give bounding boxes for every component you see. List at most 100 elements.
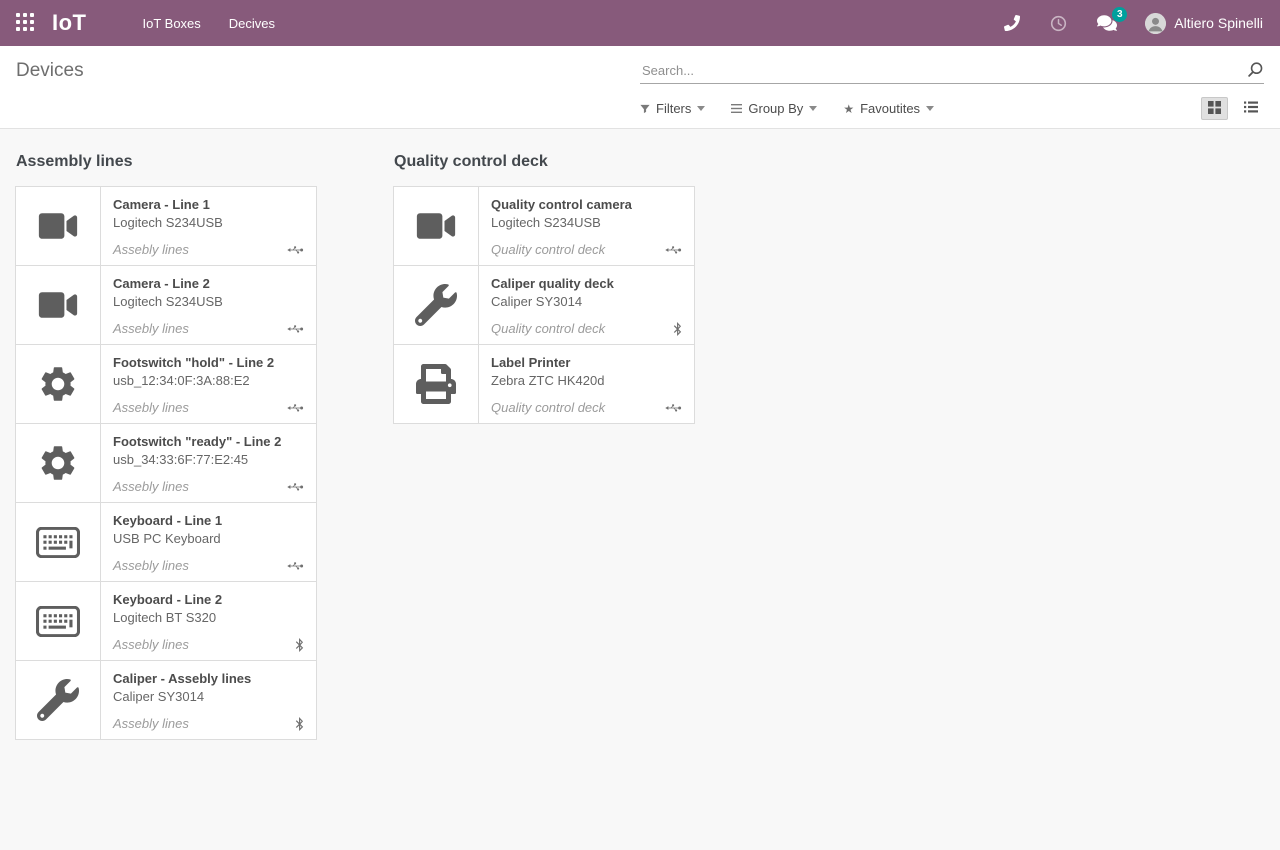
chevron-down-icon bbox=[926, 106, 934, 111]
device-identifier: USB PC Keyboard bbox=[113, 531, 304, 546]
kanban-groups: Assembly lines Camera - Line 1 Logitech … bbox=[0, 129, 1280, 740]
device-identifier: Logitech BT S320 bbox=[113, 610, 304, 625]
device-card[interactable]: Keyboard - Line 2 Logitech BT S320 Asseb… bbox=[15, 581, 317, 661]
search-submit-button[interactable] bbox=[1247, 61, 1264, 81]
device-group-label: Quality control deck bbox=[491, 400, 605, 415]
usb-icon bbox=[287, 561, 304, 571]
usb-icon bbox=[287, 324, 304, 334]
device-card[interactable]: Footswitch "ready" - Line 2 usb_34:33:6F… bbox=[15, 423, 317, 503]
list-view-icon bbox=[1244, 101, 1258, 116]
device-group-label: Assebly lines bbox=[113, 479, 189, 494]
device-group-label: Quality control deck bbox=[491, 321, 605, 336]
filters-label: Filters bbox=[656, 101, 691, 116]
list-view-button[interactable] bbox=[1237, 97, 1264, 120]
kanban-view-icon bbox=[1208, 101, 1221, 117]
view-switcher bbox=[1201, 97, 1264, 120]
device-card[interactable]: Caliper - Assebly lines Caliper SY3014 A… bbox=[15, 660, 317, 740]
device-identifier: Zebra ZTC HK420d bbox=[491, 373, 682, 388]
card-stack: Quality control camera Logitech S234USB … bbox=[393, 186, 695, 424]
device-card[interactable]: Footswitch "hold" - Line 2 usb_12:34:0F:… bbox=[15, 344, 317, 424]
apps-grid-icon bbox=[16, 13, 34, 34]
video-camera-icon bbox=[16, 266, 101, 344]
device-title: Footswitch "hold" - Line 2 bbox=[113, 355, 304, 370]
search-input[interactable] bbox=[640, 58, 1264, 83]
device-identifier: Logitech S234USB bbox=[113, 294, 304, 309]
usb-icon bbox=[287, 245, 304, 255]
filter-icon bbox=[640, 104, 650, 114]
device-title: Caliper quality deck bbox=[491, 276, 682, 291]
printer-icon bbox=[394, 345, 479, 423]
device-title: Keyboard - Line 2 bbox=[113, 592, 304, 607]
group-by-button[interactable]: Group By bbox=[731, 101, 817, 116]
apps-menu-button[interactable] bbox=[16, 13, 34, 34]
device-identifier: Logitech S234USB bbox=[113, 215, 304, 230]
device-card[interactable]: Quality control camera Logitech S234USB … bbox=[393, 186, 695, 266]
user-avatar bbox=[1145, 13, 1166, 34]
device-card[interactable]: Camera - Line 1 Logitech S234USB Assebly… bbox=[15, 186, 317, 266]
kanban-view-button[interactable] bbox=[1201, 97, 1228, 120]
clock-icon bbox=[1050, 15, 1067, 32]
nav-menu: IoT Boxes Decives bbox=[133, 10, 286, 37]
page-title: Devices bbox=[16, 60, 640, 82]
control-panel: Devices Filters bbox=[0, 46, 1280, 129]
bluetooth-icon bbox=[295, 717, 304, 731]
device-title: Quality control camera bbox=[491, 197, 682, 212]
device-group-label: Assebly lines bbox=[113, 558, 189, 573]
messages-button[interactable]: 3 bbox=[1097, 14, 1117, 32]
wrench-icon bbox=[394, 266, 479, 344]
device-card[interactable]: Keyboard - Line 1 USB PC Keyboard Assebl… bbox=[15, 502, 317, 582]
device-title: Caliper - Assebly lines bbox=[113, 671, 304, 686]
usb-icon bbox=[287, 403, 304, 413]
app-brand[interactable]: IoT bbox=[52, 10, 87, 36]
favourites-label: Favoutites bbox=[860, 101, 920, 116]
usb-icon bbox=[287, 482, 304, 492]
nav-item-iot-boxes[interactable]: IoT Boxes bbox=[133, 10, 211, 37]
device-title: Camera - Line 2 bbox=[113, 276, 304, 291]
top-navbar: IoT IoT Boxes Decives 3 bbox=[0, 0, 1280, 46]
search-bar bbox=[640, 58, 1264, 84]
voip-phone-button[interactable] bbox=[1004, 15, 1020, 31]
device-card[interactable]: Camera - Line 2 Logitech S234USB Assebly… bbox=[15, 265, 317, 345]
user-name: Altiero Spinelli bbox=[1174, 15, 1263, 31]
phone-icon bbox=[1004, 15, 1020, 31]
bars-icon bbox=[731, 104, 742, 113]
keyboard-icon bbox=[16, 503, 101, 581]
bluetooth-icon bbox=[673, 322, 682, 336]
device-title: Keyboard - Line 1 bbox=[113, 513, 304, 528]
device-identifier: Caliper SY3014 bbox=[491, 294, 682, 309]
device-group-label: Assebly lines bbox=[113, 637, 189, 652]
chevron-down-icon bbox=[697, 106, 705, 111]
search-options: Filters Group By ★ Favoutites bbox=[640, 101, 934, 116]
user-menu[interactable]: Altiero Spinelli bbox=[1145, 13, 1263, 34]
device-group-label: Assebly lines bbox=[113, 321, 189, 336]
kanban-group: Assembly lines Camera - Line 1 Logitech … bbox=[15, 153, 317, 740]
device-identifier: usb_34:33:6F:77:E2:45 bbox=[113, 452, 304, 467]
activities-button[interactable] bbox=[1050, 15, 1067, 32]
device-group-label: Assebly lines bbox=[113, 242, 189, 257]
usb-icon bbox=[665, 403, 682, 413]
nav-item-devices[interactable]: Decives bbox=[219, 10, 285, 37]
keyboard-icon bbox=[16, 582, 101, 660]
device-card[interactable]: Caliper quality deck Caliper SY3014 Qual… bbox=[393, 265, 695, 345]
device-group-label: Quality control deck bbox=[491, 242, 605, 257]
video-camera-icon bbox=[16, 187, 101, 265]
group-by-label: Group By bbox=[748, 101, 803, 116]
device-identifier: Logitech S234USB bbox=[491, 215, 682, 230]
favourites-button[interactable]: ★ Favoutites bbox=[843, 101, 934, 116]
wrench-icon bbox=[16, 661, 101, 739]
device-group-label: Assebly lines bbox=[113, 716, 189, 731]
group-title: Quality control deck bbox=[394, 153, 695, 171]
star-icon: ★ bbox=[843, 103, 854, 115]
device-title: Label Printer bbox=[491, 355, 682, 370]
gear-icon bbox=[16, 345, 101, 423]
search-icon bbox=[1247, 66, 1264, 81]
device-group-label: Assebly lines bbox=[113, 400, 189, 415]
device-title: Camera - Line 1 bbox=[113, 197, 304, 212]
device-identifier: Caliper SY3014 bbox=[113, 689, 304, 704]
device-card[interactable]: Label Printer Zebra ZTC HK420d Quality c… bbox=[393, 344, 695, 424]
chevron-down-icon bbox=[809, 106, 817, 111]
card-stack: Camera - Line 1 Logitech S234USB Assebly… bbox=[15, 186, 317, 740]
device-title: Footswitch "ready" - Line 2 bbox=[113, 434, 304, 449]
filters-button[interactable]: Filters bbox=[640, 101, 705, 116]
kanban-group: Quality control deck Quality control cam… bbox=[393, 153, 695, 424]
